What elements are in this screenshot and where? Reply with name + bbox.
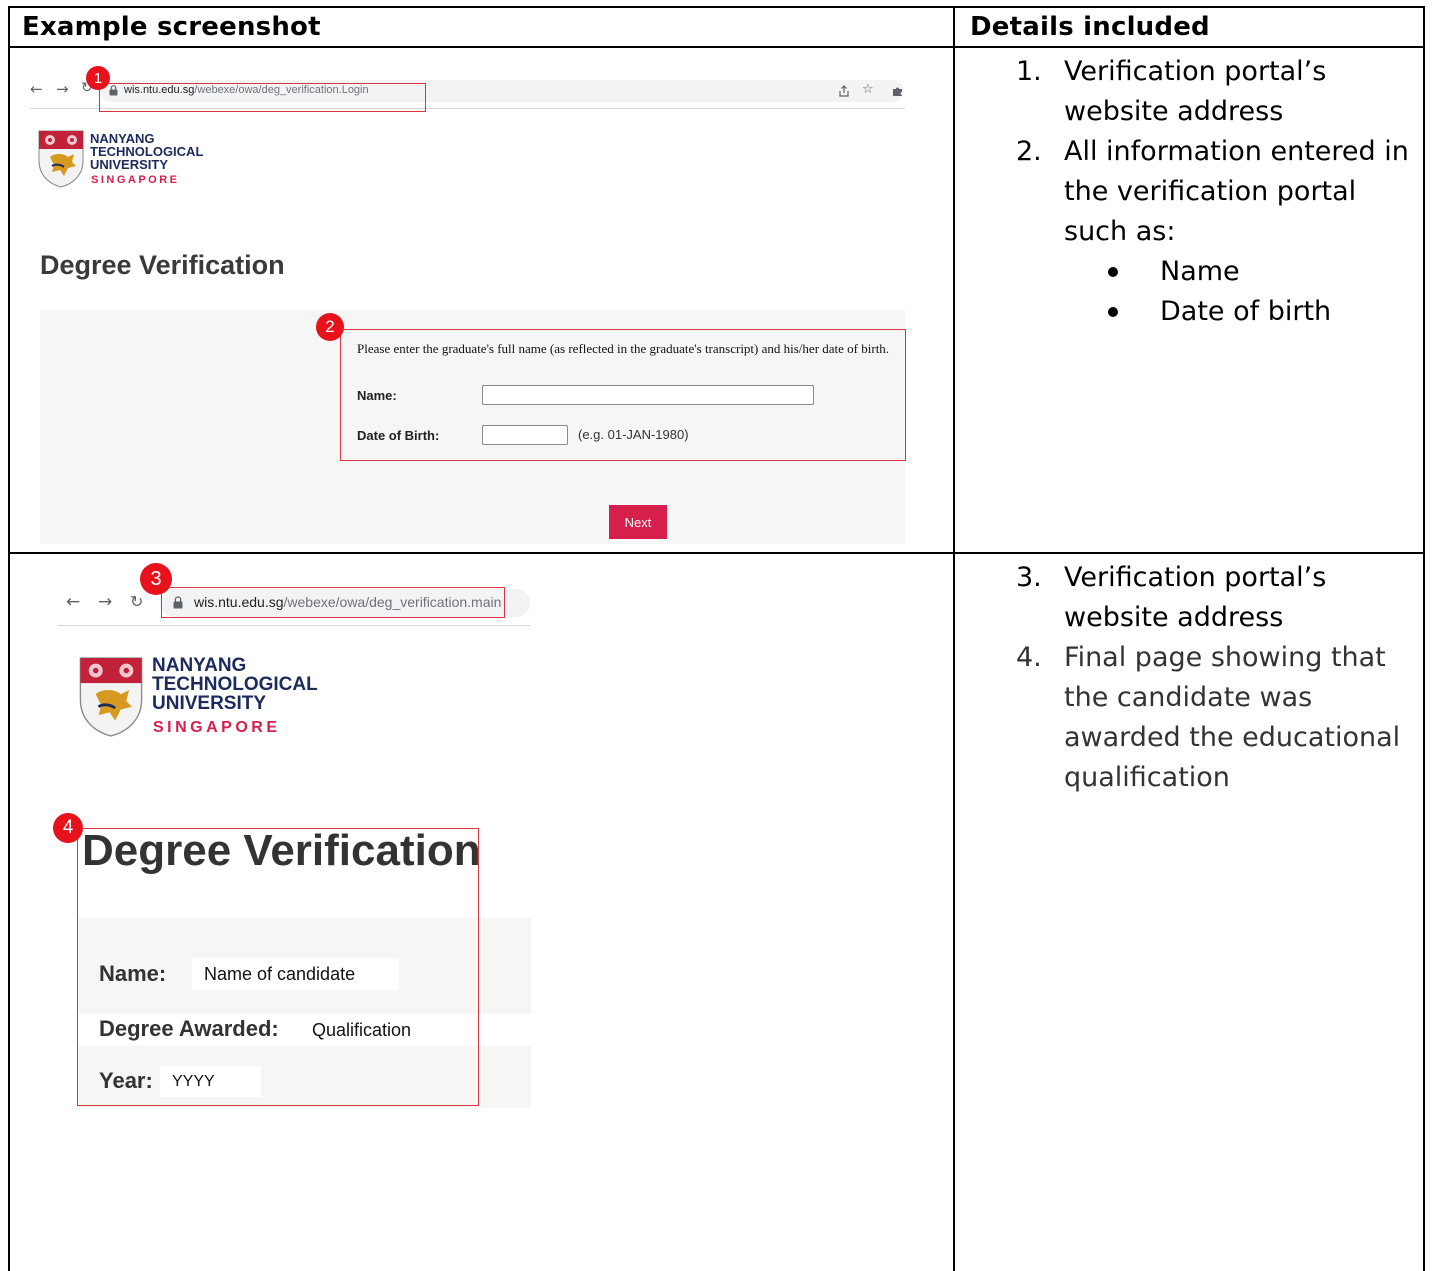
extension-icon[interactable] [892, 85, 904, 97]
sub-bullet-list: Name Date of birth [1016, 252, 1416, 332]
annotation-box-result [77, 828, 479, 1106]
name-label: Name: [357, 388, 397, 403]
sub-bullet-text: Name [1160, 256, 1240, 287]
column-header-details: Details included [970, 12, 1210, 42]
logo-singapore: SINGAPORE [153, 719, 281, 736]
forward-arrow-icon[interactable]: → [56, 80, 69, 98]
detail-number: 4. [1016, 642, 1042, 673]
logo-line: UNIVERSITY [90, 157, 169, 172]
annotation-box-url [161, 587, 505, 618]
page-title: Degree Verification [40, 250, 285, 280]
detail-item: 4. Final page showing that the candidate… [1016, 638, 1416, 798]
annotation-box-url [99, 83, 426, 112]
star-icon[interactable]: ☆ [862, 82, 874, 97]
table-column-divider [953, 6, 955, 1271]
detail-number: 1. [1016, 56, 1042, 87]
dob-label: Date of Birth: [357, 428, 440, 443]
dob-input[interactable] [482, 425, 568, 445]
annotation-badge: 1 [86, 66, 110, 90]
name-input[interactable] [482, 385, 814, 405]
table-border-left [8, 6, 10, 1271]
detail-text: All information entered in the verificat… [1064, 136, 1409, 247]
logo-line: NANYANG [152, 655, 247, 676]
table-header-divider [8, 46, 1425, 48]
ntu-crest-icon [79, 657, 143, 737]
sub-bullet-text: Date of birth [1160, 296, 1332, 327]
row1-details-list: 1. Verification portal’s website address… [1016, 52, 1416, 332]
forward-arrow-icon[interactable]: → [98, 592, 112, 612]
detail-text: Final page showing that the candidate wa… [1064, 642, 1401, 793]
back-arrow-icon[interactable]: ← [66, 592, 80, 612]
next-button[interactable]: Next [609, 505, 667, 539]
sub-bullet-item: Name [1016, 252, 1416, 292]
row2-details-list: 3. Verification portal’s website address… [1016, 558, 1416, 798]
logo-line: UNIVERSITY [152, 693, 267, 714]
dob-hint: (e.g. 01-JAN-1980) [578, 427, 689, 442]
form-instruction: Please enter the graduate's full name (a… [357, 341, 890, 356]
detail-item: 3. Verification portal’s website address [1016, 558, 1416, 638]
bullet-icon [1108, 267, 1118, 277]
browser-divider [58, 625, 530, 626]
sub-bullet-item: Date of birth [1016, 292, 1416, 332]
detail-item: 1. Verification portal’s website address [1016, 52, 1416, 132]
detail-text: Verification portal’s website address [1064, 562, 1327, 633]
table-border-right [1423, 6, 1425, 1271]
annotation-badge: 2 [316, 313, 344, 341]
detail-text: Verification portal’s website address [1064, 56, 1327, 127]
annotation-badge: 3 [140, 563, 172, 595]
ntu-crest-icon [38, 130, 84, 188]
detail-number: 2. [1016, 136, 1042, 167]
annotation-badge: 4 [53, 813, 83, 843]
table-row-divider [8, 552, 1425, 554]
reload-icon[interactable]: ↻ [130, 592, 143, 611]
back-arrow-icon[interactable]: ← [30, 80, 43, 98]
column-header-example: Example screenshot [22, 12, 321, 42]
share-icon[interactable] [838, 85, 850, 97]
detail-number: 3. [1016, 562, 1042, 593]
logo-singapore: SINGAPORE [91, 174, 180, 186]
logo-line: TECHNOLOGICAL [152, 674, 318, 695]
detail-item: 2. All information entered in the verifi… [1016, 132, 1416, 252]
bullet-icon [1108, 307, 1118, 317]
table-border-top [8, 6, 1425, 8]
